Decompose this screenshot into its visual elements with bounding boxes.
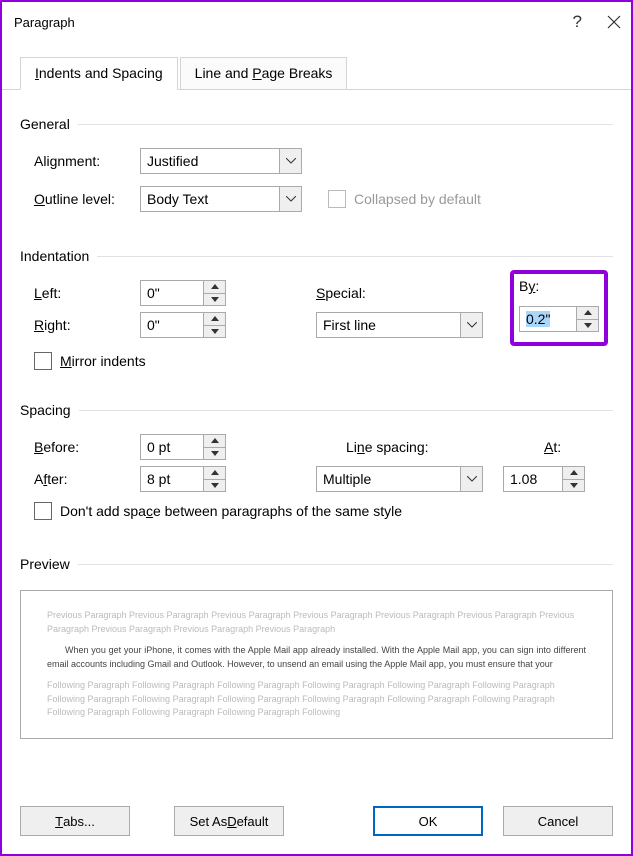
spinner-up-button[interactable] <box>563 466 585 479</box>
preview-box: Previous Paragraph Previous Paragraph Pr… <box>20 590 613 739</box>
paragraph-dialog: Paragraph ? Indents and Spacing Line and… <box>0 0 633 856</box>
dialog-title: Paragraph <box>14 15 573 30</box>
alignment-value[interactable]: Justified <box>140 148 280 174</box>
preview-previous-text: Previous Paragraph Previous Paragraph Pr… <box>47 609 586 636</box>
special-label: Special: <box>316 285 416 301</box>
outline-level-label: Outline level: <box>20 191 140 207</box>
tab-strip: Indents and Spacing Line and Page Breaks <box>2 42 631 90</box>
triangle-up-icon <box>211 470 219 475</box>
line-spacing-dropdown-button[interactable] <box>461 466 483 492</box>
triangle-down-icon <box>584 323 592 328</box>
before-label: Before: <box>20 439 140 455</box>
right-indent-input[interactable] <box>140 312 204 338</box>
at-label: At: <box>544 439 561 455</box>
spinner-down-button[interactable] <box>204 325 226 339</box>
before-spinner[interactable] <box>140 434 226 460</box>
spacing-heading: Spacing <box>20 402 79 418</box>
line-spacing-label: Line spacing: <box>346 439 496 455</box>
special-combo[interactable]: First line <box>316 312 483 338</box>
mirror-indents-label: Mirror indents <box>60 353 146 369</box>
spinner-up-button[interactable] <box>577 306 599 319</box>
before-input[interactable] <box>140 434 204 460</box>
tabs-button[interactable]: Tabs... <box>20 806 130 836</box>
triangle-down-icon <box>570 483 578 488</box>
right-indent-spinner[interactable] <box>140 312 226 338</box>
preview-sample-text: When you get your iPhone, it comes with … <box>47 644 586 671</box>
close-icon <box>607 15 621 29</box>
after-label: After: <box>20 471 140 487</box>
cancel-button[interactable]: Cancel <box>503 806 613 836</box>
spinner-down-button[interactable] <box>577 319 599 333</box>
emphasis-highlight: By: 0.2" <box>510 270 608 346</box>
special-value[interactable]: First line <box>316 312 461 338</box>
general-section: General Alignment: Justified Outline lev… <box>20 116 613 218</box>
close-button[interactable] <box>607 15 621 29</box>
triangle-up-icon <box>211 284 219 289</box>
triangle-down-icon <box>211 297 219 302</box>
alignment-dropdown-button[interactable] <box>280 148 302 174</box>
after-spinner[interactable] <box>140 466 226 492</box>
spinner-up-button[interactable] <box>204 312 226 325</box>
dont-add-space-checkbox[interactable] <box>34 502 52 520</box>
general-heading: General <box>20 116 78 132</box>
triangle-up-icon <box>570 470 578 475</box>
outline-level-combo[interactable]: Body Text <box>140 186 302 212</box>
collapsed-label: Collapsed by default <box>354 191 481 207</box>
special-dropdown-button[interactable] <box>461 312 483 338</box>
spinner-down-button[interactable] <box>204 293 226 307</box>
help-button[interactable]: ? <box>573 12 582 32</box>
mirror-indents-checkbox[interactable] <box>34 352 52 370</box>
collapsed-checkbox <box>328 190 346 208</box>
by-label: By: <box>519 278 599 294</box>
right-indent-label: Right: <box>20 317 140 333</box>
triangle-up-icon <box>211 438 219 443</box>
alignment-combo[interactable]: Justified <box>140 148 302 174</box>
by-input[interactable]: 0.2" <box>519 306 577 332</box>
line-spacing-combo[interactable]: Multiple <box>316 466 483 492</box>
spinner-up-button[interactable] <box>204 434 226 447</box>
triangle-down-icon <box>211 451 219 456</box>
left-indent-label: Left: <box>20 285 140 301</box>
preview-following-text: Following Paragraph Following Paragraph … <box>47 679 586 720</box>
spacing-section: Spacing Before: Line spacing: At: After: <box>20 402 613 526</box>
line-spacing-value[interactable]: Multiple <box>316 466 461 492</box>
ok-button[interactable]: OK <box>373 806 483 836</box>
left-indent-input[interactable] <box>140 280 204 306</box>
chevron-down-icon <box>286 158 296 164</box>
set-default-button[interactable]: Set As Default <box>174 806 284 836</box>
alignment-label: Alignment: <box>20 153 140 169</box>
tab-line-page-breaks[interactable]: Line and Page Breaks <box>180 57 348 89</box>
indentation-section: Indentation Left: Special: Right <box>20 248 613 376</box>
triangle-up-icon <box>584 310 592 315</box>
tab-indents-spacing[interactable]: Indents and Spacing <box>20 57 178 90</box>
titlebar: Paragraph ? <box>2 2 631 42</box>
spinner-down-button[interactable] <box>563 479 585 493</box>
spinner-up-button[interactable] <box>204 280 226 293</box>
chevron-down-icon <box>286 196 296 202</box>
at-spinner[interactable] <box>503 466 585 492</box>
preview-heading: Preview <box>20 556 78 572</box>
spinner-up-button[interactable] <box>204 466 226 479</box>
spinner-down-button[interactable] <box>204 479 226 493</box>
after-input[interactable] <box>140 466 204 492</box>
content-area: General Alignment: Justified Outline lev… <box>2 90 631 792</box>
indentation-heading: Indentation <box>20 248 97 264</box>
outline-level-value[interactable]: Body Text <box>140 186 280 212</box>
left-indent-spinner[interactable] <box>140 280 226 306</box>
dont-add-space-label: Don't add space between paragraphs of th… <box>60 503 402 519</box>
triangle-down-icon <box>211 329 219 334</box>
preview-section: Preview Previous Paragraph Previous Para… <box>20 556 613 739</box>
footer: Tabs... Set As Default OK Cancel <box>2 792 631 854</box>
spinner-down-button[interactable] <box>204 447 226 461</box>
triangle-up-icon <box>211 316 219 321</box>
by-spinner[interactable]: 0.2" <box>519 306 599 332</box>
outline-level-dropdown-button[interactable] <box>280 186 302 212</box>
triangle-down-icon <box>211 483 219 488</box>
chevron-down-icon <box>467 476 477 482</box>
chevron-down-icon <box>467 322 477 328</box>
at-input[interactable] <box>503 466 563 492</box>
